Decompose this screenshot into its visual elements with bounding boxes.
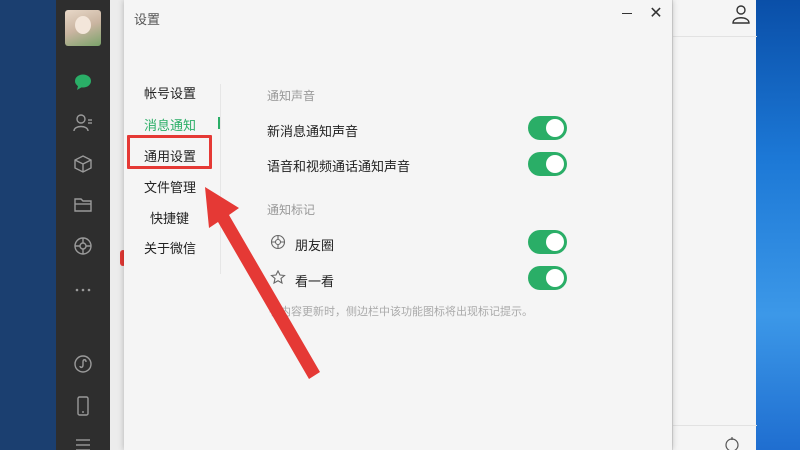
chat-list-edge: [110, 0, 124, 450]
chat-header-divider: [673, 36, 757, 37]
desktop-left-strip: [0, 0, 56, 450]
nav-active-indicator: [218, 117, 220, 129]
miniprogram-icon[interactable]: [56, 352, 110, 376]
person-icon[interactable]: [731, 4, 751, 24]
dialog-title: 设置: [134, 13, 161, 28]
call-sound-label: 语音和视频通话通知声音: [267, 160, 411, 175]
favorites-icon[interactable]: [56, 152, 110, 176]
avatar[interactable]: [65, 10, 101, 46]
call-sound-toggle[interactable]: [528, 152, 567, 176]
close-button[interactable]: ✕: [646, 3, 666, 23]
badge-hint-text: 有内容更新时，侧边栏中该功能图标将出现标记提示。: [269, 305, 533, 318]
nav-item-file-management[interactable]: 文件管理: [144, 177, 196, 196]
settings-dialog: 设置 ✕ 帐号设置 消息通知 通用设置 文件管理 快捷键 关于微信 通知声音 新…: [124, 0, 672, 450]
highlight-box: [127, 135, 212, 169]
menu-icon[interactable]: [56, 432, 110, 450]
moments-icon[interactable]: [56, 234, 110, 258]
nav-divider: [220, 84, 221, 274]
nav-item-account[interactable]: 帐号设置: [144, 83, 196, 102]
look-label: 看一看: [295, 275, 335, 290]
voice-call-icon[interactable]: [722, 436, 742, 450]
sound-section-title: 通知声音: [267, 89, 316, 103]
nav-item-notifications[interactable]: 消息通知: [144, 115, 196, 134]
contacts-icon[interactable]: [56, 111, 110, 135]
files-icon[interactable]: [56, 193, 110, 217]
phone-icon[interactable]: [56, 394, 110, 418]
moments-label: 朋友圈: [295, 239, 335, 254]
wechat-sidebar: [56, 0, 110, 450]
new-message-sound-label: 新消息通知声音: [267, 125, 359, 140]
new-message-sound-toggle[interactable]: [528, 116, 567, 140]
minimize-button[interactable]: [618, 4, 638, 22]
badge-section-title: 通知标记: [267, 203, 316, 217]
more-icon[interactable]: [56, 278, 110, 302]
look-toggle[interactable]: [528, 266, 567, 290]
chat-icon[interactable]: [56, 70, 110, 94]
nav-item-shortcuts[interactable]: 快捷键: [150, 208, 189, 227]
chat-input-divider: [673, 425, 757, 426]
moments-toggle[interactable]: [528, 230, 567, 254]
look-icon: [270, 270, 286, 285]
chat-main-area: [672, 0, 757, 450]
moments-icon: [270, 234, 286, 250]
nav-item-about[interactable]: 关于微信: [144, 238, 196, 257]
